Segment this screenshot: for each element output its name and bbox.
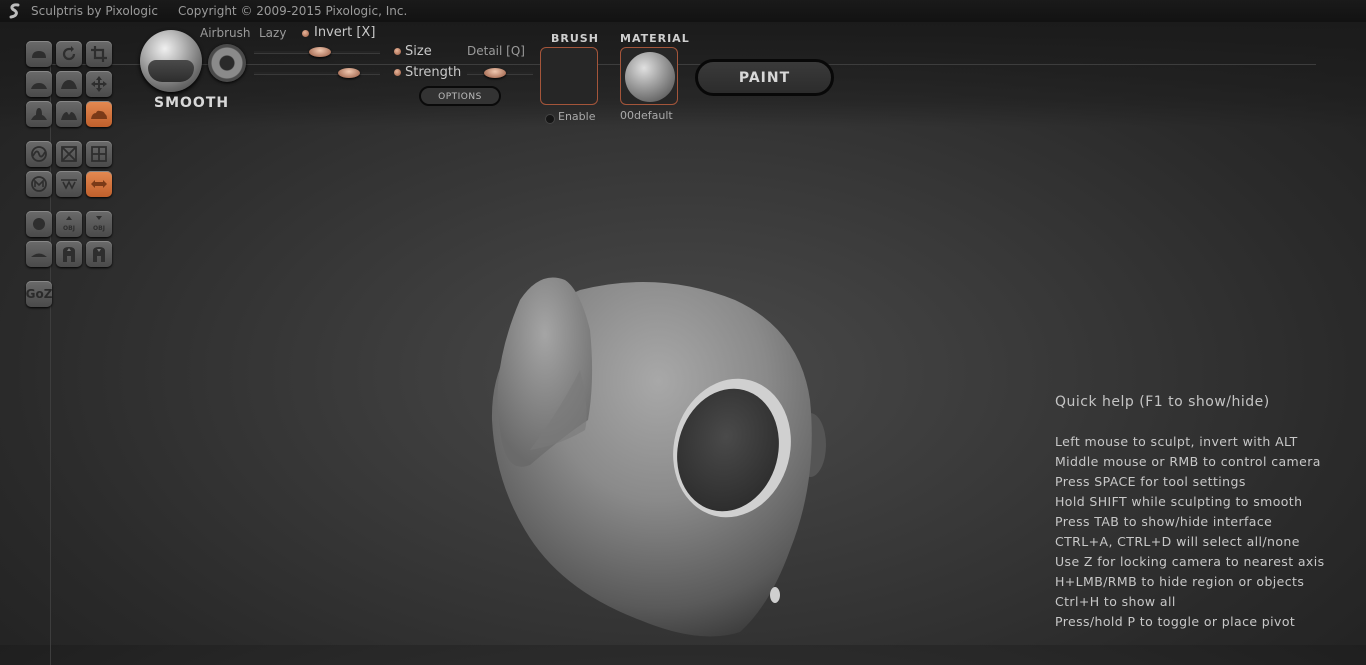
cross-mesh-icon xyxy=(61,146,77,162)
enable-label: Enable xyxy=(558,110,596,123)
help-line: Use Z for locking camera to nearest axis xyxy=(1055,554,1325,569)
export-obj-button[interactable]: OBJ xyxy=(86,211,112,237)
goz-label: GoZ xyxy=(25,287,53,301)
draw-icon xyxy=(32,51,46,58)
quick-help-title: Quick help (F1 to show/hide) xyxy=(1055,394,1270,410)
size-label: Size xyxy=(405,44,432,59)
sphere-icon xyxy=(33,218,45,230)
help-line: Ctrl+H to show all xyxy=(1055,594,1176,609)
material-section-title: MATERIAL xyxy=(620,32,690,45)
sculpt-model[interactable] xyxy=(470,260,850,645)
grid-icon xyxy=(91,146,107,162)
smooth-tool-button[interactable] xyxy=(86,101,112,127)
inflate-icon xyxy=(61,80,77,89)
rotate-tool-button[interactable] xyxy=(56,41,82,67)
title-bar: Sculptris by Pixologic Copyright © 2009-… xyxy=(0,0,1366,22)
invert-indicator-icon xyxy=(302,30,309,37)
flatten-tool-button[interactable] xyxy=(26,71,52,97)
help-line: Hold SHIFT while sculpting to smooth xyxy=(1055,494,1303,509)
help-line: Press SPACE for tool settings xyxy=(1055,474,1246,489)
size-slider-knob[interactable] xyxy=(309,47,331,57)
sculptris-logo-icon xyxy=(9,3,20,19)
svg-text:OBJ: OBJ xyxy=(93,225,105,232)
inflate-tool-button[interactable] xyxy=(56,71,82,97)
subdivide-all-button[interactable] xyxy=(86,141,112,167)
help-line: Press TAB to show/hide interface xyxy=(1055,514,1273,529)
grab-tool-button[interactable] xyxy=(86,71,112,97)
plane-icon xyxy=(31,253,47,257)
new-plane-button[interactable] xyxy=(26,241,52,267)
wireframe-icon xyxy=(61,179,77,190)
strength-slider-track[interactable] xyxy=(254,72,380,75)
pinch-tool-button[interactable] xyxy=(26,101,52,127)
material-preview-sphere xyxy=(625,52,675,102)
brush-section-title: BRUSH xyxy=(551,32,599,45)
flatten-icon xyxy=(31,83,47,89)
mask-m-icon xyxy=(31,176,47,192)
open-file-icon xyxy=(63,247,75,262)
lazy-toggle[interactable]: Lazy xyxy=(259,26,286,40)
draw-tool-button[interactable] xyxy=(26,41,52,67)
detail-label: Detail [Q] xyxy=(467,44,525,58)
rotate-icon xyxy=(62,46,76,61)
strength-slider-knob[interactable] xyxy=(338,68,360,78)
crop-tool-button[interactable] xyxy=(86,41,112,67)
symmetry-button[interactable] xyxy=(86,171,112,197)
size-indicator-icon xyxy=(394,48,401,55)
brush-falloff-ring-icon[interactable] xyxy=(208,44,246,82)
quick-help-list: Left mouse to sculpt, invert with ALT Mi… xyxy=(1055,432,1325,632)
pinch-icon xyxy=(31,108,47,120)
new-sphere-button[interactable] xyxy=(26,211,52,237)
crop-icon xyxy=(91,46,107,62)
move-arrows-icon xyxy=(91,76,107,92)
detail-slider-knob[interactable] xyxy=(484,68,506,78)
import-obj-icon: OBJ xyxy=(63,216,75,232)
open-file-button[interactable] xyxy=(56,241,82,267)
svg-text:OBJ: OBJ xyxy=(63,225,75,232)
import-obj-button[interactable]: OBJ xyxy=(56,211,82,237)
save-file-icon xyxy=(93,247,105,262)
symmetry-arrows-icon xyxy=(91,180,107,188)
paint-mode-button[interactable]: PAINT xyxy=(695,59,834,96)
options-button[interactable]: OPTIONS xyxy=(419,86,501,106)
strength-indicator-icon xyxy=(394,69,401,76)
brush-preview-sphere[interactable] xyxy=(140,30,202,92)
crease-tool-button[interactable] xyxy=(56,101,82,127)
reduce-selected-button[interactable] xyxy=(56,141,82,167)
current-tool-name: SMOOTH xyxy=(154,95,230,111)
goz-button[interactable]: GoZ xyxy=(26,281,52,307)
crease-icon xyxy=(61,112,77,120)
smooth-icon xyxy=(91,110,107,119)
export-obj-icon: OBJ xyxy=(93,216,105,232)
enable-checkbox[interactable] xyxy=(545,114,555,124)
help-line: H+LMB/RMB to hide region or objects xyxy=(1055,574,1305,589)
airbrush-toggle[interactable]: Airbrush xyxy=(200,26,251,40)
help-line: Middle mouse or RMB to control camera xyxy=(1055,454,1321,469)
strength-label: Strength xyxy=(405,65,462,80)
save-file-button[interactable] xyxy=(86,241,112,267)
help-line: CTRL+A, CTRL+D will select all/none xyxy=(1055,534,1300,549)
brush-texture-slot[interactable] xyxy=(540,47,598,105)
material-slot[interactable] xyxy=(620,47,678,105)
wireframe-button[interactable] xyxy=(56,171,82,197)
app-name: Sculptris by Pixologic xyxy=(31,4,158,18)
material-name: 00default xyxy=(620,109,673,122)
reduce-brush-button[interactable] xyxy=(26,141,52,167)
help-line: Press/hold P to toggle or place pivot xyxy=(1055,614,1296,629)
copyright-text: Copyright © 2009-2015 Pixologic, Inc. xyxy=(178,4,408,18)
help-line: Left mouse to sculpt, invert with ALT xyxy=(1055,434,1298,449)
invert-toggle[interactable]: Invert [X] xyxy=(314,25,375,40)
reduce-curve-icon xyxy=(31,146,47,162)
mask-button[interactable] xyxy=(26,171,52,197)
